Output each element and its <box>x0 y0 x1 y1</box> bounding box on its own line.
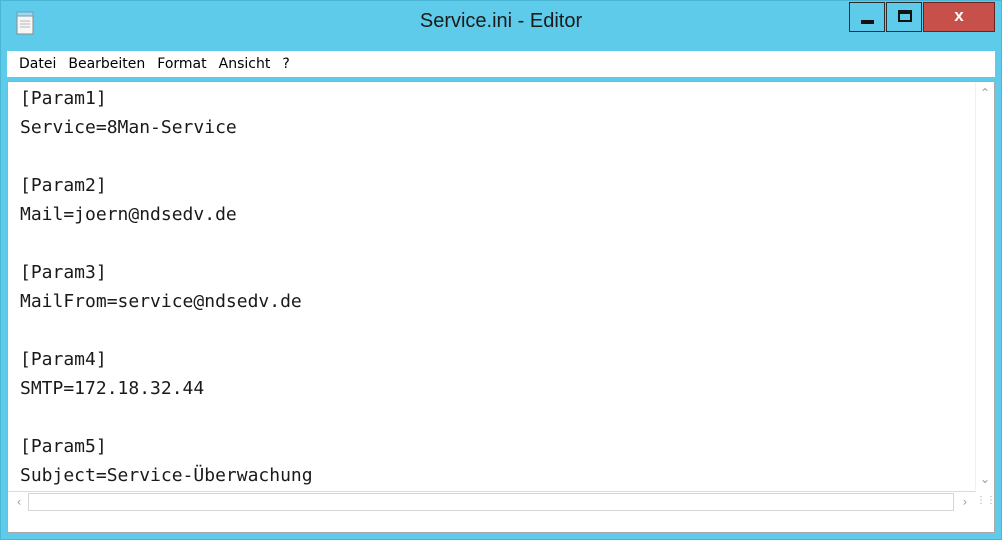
editor-line: [Param2] <box>20 175 107 196</box>
minimize-button[interactable] <box>849 2 885 32</box>
scroll-left-icon[interactable]: ‹ <box>10 493 28 511</box>
close-button[interactable]: x <box>923 2 995 32</box>
editor-line: SMTP=172.18.32.44 <box>20 378 205 399</box>
maximize-button[interactable] <box>886 2 922 32</box>
editor-line: Service=8Man-Service <box>20 117 237 138</box>
maximize-icon <box>898 10 912 22</box>
editor-text-area[interactable]: [Param1] Service=8Man-Service [Param2] M… <box>20 84 970 488</box>
horizontal-scrollbar[interactable]: ‹ › <box>8 491 976 512</box>
editor-line: MailFrom=service@ndsedv.de <box>20 291 302 312</box>
editor-window: Service.ini - Editor x Datei Bearbeiten … <box>0 0 1002 540</box>
menu-item-format[interactable]: Format <box>151 52 212 76</box>
menu-item-help[interactable]: ? <box>276 52 295 76</box>
menu-bar: Datei Bearbeiten Format Ansicht ? <box>7 51 995 77</box>
minimize-icon <box>861 20 874 24</box>
editor-line: Mail=joern@ndsedv.de <box>20 204 237 225</box>
scroll-down-icon[interactable]: ⌄ <box>976 470 994 488</box>
editor-line: [Param5] <box>20 436 107 457</box>
scroll-up-icon[interactable]: ⌃ <box>976 84 994 102</box>
size-grip-icon[interactable]: ⋮⋮ <box>976 491 996 511</box>
scroll-right-icon[interactable]: › <box>956 493 974 511</box>
vertical-scrollbar[interactable]: ⌃ ⌄ <box>975 82 994 490</box>
close-icon: x <box>954 6 964 25</box>
menu-item-datei[interactable]: Datei <box>7 52 62 76</box>
menu-item-ansicht[interactable]: Ansicht <box>213 52 277 76</box>
title-bar[interactable]: Service.ini - Editor x <box>1 1 1001 47</box>
editor-line: [Param1] <box>20 88 107 109</box>
horizontal-scroll-thumb[interactable] <box>28 493 954 511</box>
text-editor[interactable]: [Param1] Service=8Man-Service [Param2] M… <box>7 81 996 533</box>
editor-line: [Param3] <box>20 262 107 283</box>
editor-line: Subject=Service-Überwachung <box>20 465 313 486</box>
menu-item-bearbeiten[interactable]: Bearbeiten <box>62 52 151 76</box>
editor-line: [Param4] <box>20 349 107 370</box>
